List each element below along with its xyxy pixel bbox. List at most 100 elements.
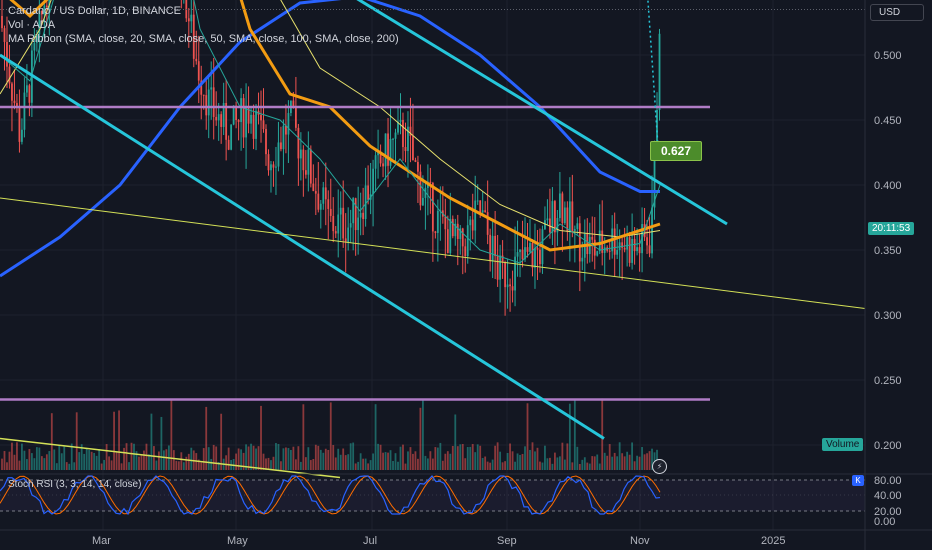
- candle-body: [449, 218, 452, 254]
- symbol-title: Cardano / US Dollar, 1D, BINANCE: [8, 5, 182, 17]
- volume-bar: [235, 453, 238, 470]
- candle-body: [539, 249, 541, 265]
- volume-bar: [544, 445, 546, 470]
- candle-body: [431, 182, 434, 232]
- candle-body: [469, 219, 472, 226]
- candle-body: [651, 207, 653, 254]
- volume-bar: [534, 451, 536, 470]
- volume-bar: [319, 449, 322, 470]
- candle-body: [504, 262, 506, 288]
- candle-body: [327, 199, 330, 209]
- currency-button[interactable]: USD: [870, 4, 924, 21]
- candle-body: [190, 14, 193, 22]
- volume-bar: [329, 402, 332, 470]
- candle-body: [312, 183, 315, 192]
- volume-bar: [170, 398, 173, 470]
- volume-bar: [424, 455, 427, 470]
- volume-bar: [103, 459, 106, 470]
- volume-bar: [202, 448, 205, 470]
- volume-tag: Volume: [822, 438, 864, 451]
- volume-bar: [407, 451, 409, 470]
- candle-body: [282, 125, 285, 150]
- volume-bar: [379, 444, 382, 470]
- candle-body: [646, 237, 648, 246]
- candle-body: [362, 212, 365, 220]
- candle-body: [563, 207, 566, 224]
- volume-bar: [28, 449, 31, 470]
- volume-bar: [148, 454, 150, 470]
- volume-bar: [73, 462, 76, 470]
- candle-body: [247, 108, 250, 124]
- volume-bar: [1, 458, 3, 470]
- volume-bar: [275, 443, 277, 470]
- candle-body: [202, 94, 205, 96]
- candle-body: [23, 92, 26, 130]
- candle-body: [392, 138, 394, 140]
- price-tick-label: 0.400: [874, 180, 902, 192]
- volume-bar: [646, 453, 648, 470]
- candle-body: [429, 181, 432, 183]
- price-tick-label: 0.200: [874, 440, 902, 452]
- candle-body: [519, 249, 521, 253]
- volume-bar: [479, 445, 482, 470]
- volume-bar: [314, 444, 317, 470]
- volume-bar: [85, 448, 88, 470]
- volume-bar: [349, 443, 352, 470]
- volume-bar: [307, 447, 310, 470]
- candle-body: [623, 247, 626, 250]
- volume-bar: [344, 455, 347, 470]
- volume-bar: [399, 446, 402, 470]
- volume-bar: [252, 445, 255, 470]
- candle-body: [387, 133, 389, 166]
- candle-body: [593, 239, 596, 256]
- volume-bar: [426, 458, 429, 470]
- candle-body: [280, 142, 282, 150]
- volume-bar: [484, 456, 487, 470]
- candle-body: [242, 98, 245, 138]
- candle-body: [496, 256, 499, 280]
- volume-bar: [514, 461, 516, 470]
- price-tick-label: 0.250: [874, 375, 902, 387]
- candle-body: [596, 251, 599, 256]
- stoch-tick-label: 80.00: [874, 475, 902, 487]
- volume-bar: [521, 453, 524, 470]
- volume-bar: [120, 463, 123, 470]
- volume-bar: [65, 462, 68, 470]
- price-tick-label: 0.350: [874, 245, 902, 257]
- candle-body: [317, 193, 320, 210]
- volume-bar: [531, 442, 534, 470]
- candle-body: [322, 187, 325, 204]
- volume-bar: [93, 452, 96, 470]
- volume-legend: Vol · ADA: [8, 19, 56, 31]
- candle-body: [422, 197, 424, 206]
- volume-bar: [362, 458, 365, 470]
- volume-bar: [125, 443, 128, 470]
- volume-bar: [494, 445, 497, 470]
- candle-body: [28, 85, 31, 103]
- candle-body: [197, 61, 200, 81]
- candle-body: [240, 98, 242, 123]
- price-chart[interactable]: 0.8000.7500.7000.6500.6000.5500.5000.450…: [0, 0, 932, 550]
- candle-body: [354, 198, 357, 231]
- candle-body: [237, 120, 240, 123]
- volume-bar: [451, 445, 454, 470]
- volume-bar: [175, 460, 178, 470]
- candle-body: [536, 247, 539, 250]
- volume-bar: [613, 452, 616, 470]
- volume-bar: [38, 447, 41, 470]
- candle-body: [436, 210, 439, 233]
- projection-dotted-line: [647, 0, 659, 147]
- collapse-icon[interactable]: K: [852, 475, 864, 486]
- volume-bar: [322, 452, 325, 470]
- volume-bar: [123, 447, 125, 470]
- volume-bar: [78, 452, 81, 470]
- candle-body: [481, 210, 484, 213]
- lightning-icon[interactable]: ⚡: [652, 459, 667, 474]
- candle-body: [8, 66, 11, 84]
- candle-body: [374, 155, 377, 169]
- volume-bar: [172, 450, 175, 470]
- volume-bar: [262, 453, 265, 470]
- volume-bar: [317, 445, 320, 470]
- volume-bar: [509, 443, 511, 470]
- price-tick-label: 0.500: [874, 50, 902, 62]
